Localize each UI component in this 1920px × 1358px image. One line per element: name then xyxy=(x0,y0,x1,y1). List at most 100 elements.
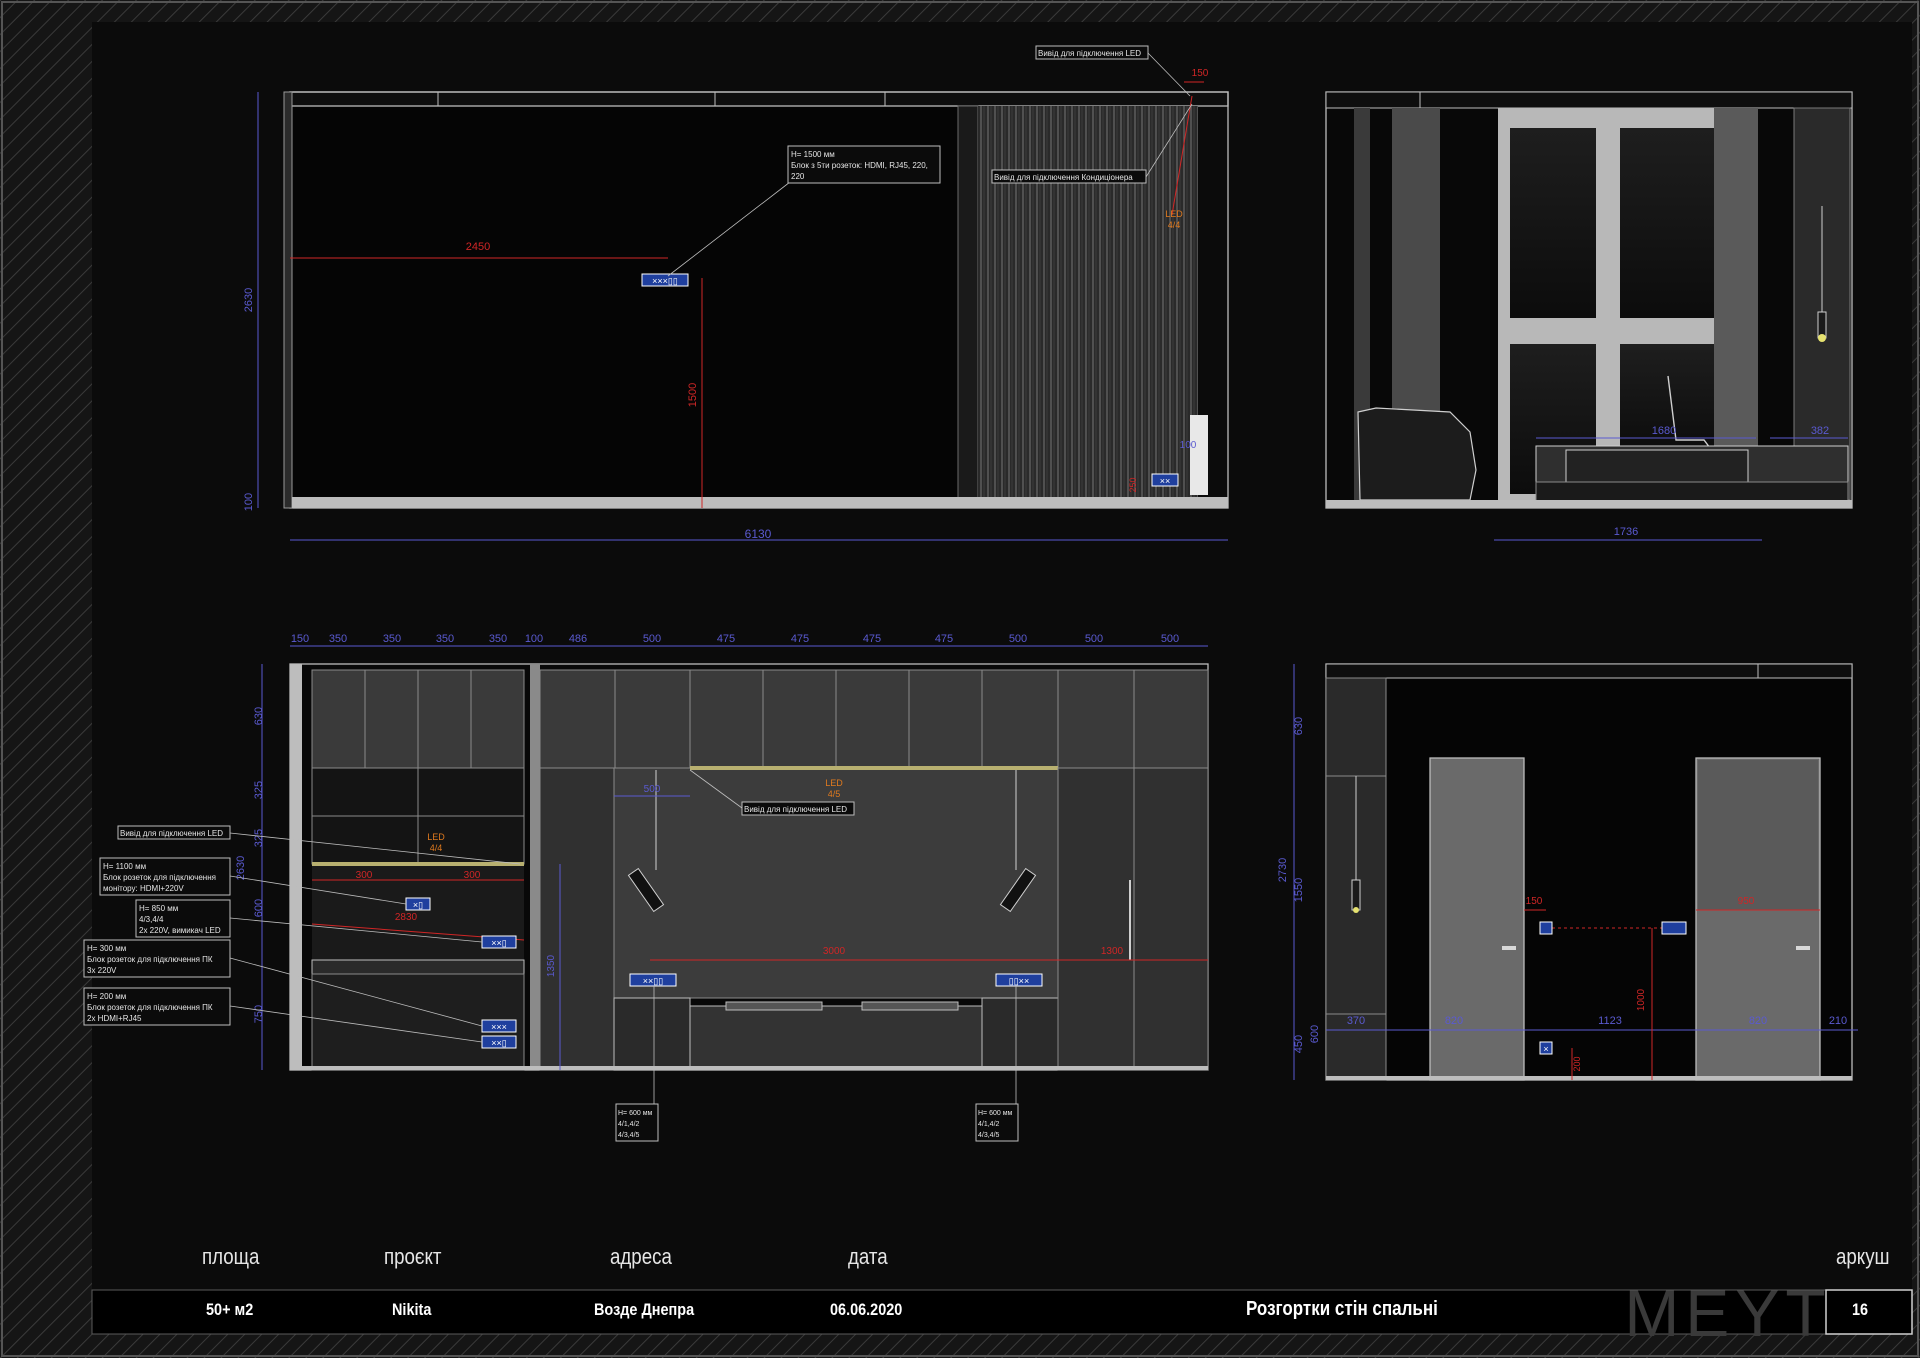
pendant-bulb xyxy=(1818,334,1826,342)
dim-door-right-950: 950 xyxy=(1738,896,1755,907)
floor-line xyxy=(1326,1076,1852,1080)
dim-br-left-3: 600 xyxy=(1309,1025,1321,1043)
socket-low-glyph: × xyxy=(1543,1044,1548,1054)
dim-inner-6: 1300 xyxy=(1101,946,1124,957)
dim-height-2630: 2630 xyxy=(243,288,255,312)
led-tag-top-left: LED xyxy=(1165,209,1183,219)
title-block: площа проєкт адреса дата аркуш 50+ м2 Ni… xyxy=(0,1240,1920,1358)
note-pc200-2: Блок розеток для підключення ПК xyxy=(87,1003,213,1012)
pillow-left xyxy=(725,1001,823,1011)
dim-top-7: 500 xyxy=(643,633,661,645)
note-switch-3: 2x 220V, вимикач LED xyxy=(139,926,221,935)
tall-wardrobe-left xyxy=(539,767,615,1071)
dim-top-10: 475 xyxy=(863,633,881,645)
note-led-outlet: Вивід для підключення LED xyxy=(1038,49,1141,58)
note-bed-right-3: 4/3,4/5 xyxy=(978,1132,1000,1139)
dim-br-bottom-3: 820 xyxy=(1749,1015,1767,1027)
note-pc300-2: Блок розеток для підключення ПК xyxy=(87,955,213,964)
column-right xyxy=(1714,108,1758,500)
pendant-bulb xyxy=(1353,907,1359,913)
socket-switch-right xyxy=(1661,921,1687,935)
dim-br-left-2: 1550 xyxy=(1293,878,1305,902)
dim-bottom-1736: 1736 xyxy=(1614,526,1638,538)
dim-left-2: 325 xyxy=(253,829,265,847)
dim-top-5: 100 xyxy=(525,633,543,645)
dim-plinth-100: 100 xyxy=(243,493,255,511)
dim-top-4: 350 xyxy=(489,633,507,645)
door-left-handle xyxy=(1502,946,1516,950)
dim-socket-offset-2450: 2450 xyxy=(466,241,490,253)
nightstand-left xyxy=(613,997,691,1071)
dim-socket-1000: 1000 xyxy=(1636,988,1647,1011)
value-area: 50+ м2 xyxy=(206,1300,254,1319)
led-tag-top-left-circuit: 4/4 xyxy=(1168,220,1181,230)
door-right-handle xyxy=(1796,946,1810,950)
dim-br-left-0: 630 xyxy=(1293,717,1305,735)
dim-inner-3: 2830 xyxy=(395,912,418,923)
dim-br-bottom-0: 370 xyxy=(1347,1015,1365,1027)
dim-br-left-1: 2730 xyxy=(1277,858,1289,882)
sheet-number: 16 xyxy=(1852,1300,1869,1319)
socket-block-ac-glyphs: ×× xyxy=(1160,476,1171,486)
elevation-top-right: 1680 382 1736 xyxy=(1325,91,1853,541)
dim-inner-2: 300 xyxy=(464,870,481,881)
note-pc300-3: 3x 220V xyxy=(87,966,117,975)
socket-bed-left-glyphs: ××▯▯ xyxy=(643,976,663,986)
note-monitor-1: H= 1100 мм xyxy=(103,862,146,871)
dim-inner-4: 1350 xyxy=(546,954,557,977)
dim-top-14: 500 xyxy=(1161,633,1179,645)
led-shelf-strip-left xyxy=(312,862,524,866)
ceiling-band xyxy=(1325,663,1853,679)
dim-top-3: 350 xyxy=(436,633,454,645)
dim-top-6: 486 xyxy=(569,633,587,645)
header-date: дата xyxy=(848,1244,888,1269)
dim-top-11: 475 xyxy=(935,633,953,645)
socket-pc-300-glyphs: ××× xyxy=(491,1022,507,1032)
desk-drawer xyxy=(1565,449,1749,483)
dim-top-13: 500 xyxy=(1085,633,1103,645)
value-project: Nikita xyxy=(392,1300,432,1319)
window-pane-1 xyxy=(1510,128,1596,318)
header-area: площа xyxy=(202,1244,260,1269)
dim-left-4: 600 xyxy=(253,899,265,917)
note-socket-line-3: 220 xyxy=(791,172,805,181)
note-switch-2: 4/3,4/4 xyxy=(139,915,164,924)
dim-br-bottom-2: 1123 xyxy=(1598,1015,1622,1027)
striped-wall-panel xyxy=(978,106,1198,498)
dim-left-5: 750 xyxy=(253,1005,265,1023)
dim-left-3: 2630 xyxy=(235,856,247,880)
dim-door-offset-150: 150 xyxy=(1526,896,1543,907)
dim-inner-1: 300 xyxy=(356,870,373,881)
note-ac-outlet: Вивід для підключення Кондиціонера xyxy=(994,173,1133,182)
note-monitor-2: Блок розеток для підключення xyxy=(103,873,216,882)
socket-switch-left xyxy=(1539,921,1553,935)
note-bed-right-2: 4/1,4/2 xyxy=(978,1121,1000,1128)
dim-inner-5: 3000 xyxy=(823,946,846,957)
dim-left-0: 630 xyxy=(253,707,265,725)
led-tag-center: LED xyxy=(825,778,843,788)
dim-top-8: 475 xyxy=(717,633,735,645)
nightstand-right xyxy=(981,997,1059,1071)
door-right-upper xyxy=(1698,760,1818,910)
drawing-sheet: 2630 100 6130 100 2450 1500 150 250 ×××▯… xyxy=(0,0,1920,1358)
door-left xyxy=(1429,757,1525,1081)
desk-leg-block xyxy=(1535,481,1849,503)
note-bed-left-1: H= 600 мм xyxy=(618,1110,653,1117)
led-tag-center-circuit: 4/5 xyxy=(828,789,841,799)
socket-block-5-glyphs: ×××▯▯ xyxy=(652,276,678,286)
note-bed-left-2: 4/1,4/2 xyxy=(618,1121,640,1128)
dim-width-6130: 6130 xyxy=(745,527,772,541)
note-socket-line-1: H= 1500 мм xyxy=(791,150,835,159)
dim-bottom-250: 250 xyxy=(1128,477,1138,492)
dim-top-2: 350 xyxy=(383,633,401,645)
wardrobe-panel xyxy=(957,105,979,499)
bed-headboard xyxy=(689,1005,983,1071)
dim-top-offset-150: 150 xyxy=(1192,68,1209,79)
led-tag-left: LED xyxy=(427,832,445,842)
header-address: адреса xyxy=(610,1244,672,1269)
socket-pc-200-glyphs: ××▯ xyxy=(491,1038,507,1048)
note-pc200-3: 2x HDMI+RJ45 xyxy=(87,1014,142,1023)
sheet-title: Розгортки стін спальні xyxy=(1246,1298,1438,1320)
value-date: 06.06.2020 xyxy=(830,1300,903,1319)
dim-side-100: 100 xyxy=(1180,440,1197,451)
